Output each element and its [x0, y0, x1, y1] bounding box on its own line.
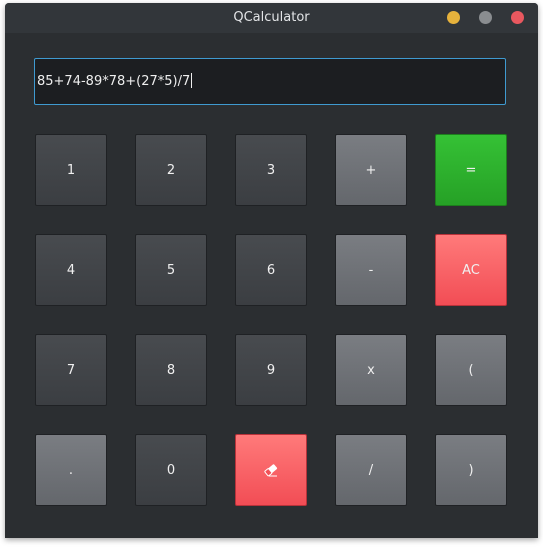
key-3[interactable]: 3	[235, 134, 307, 206]
title-bar[interactable]: QCalculator	[5, 3, 538, 33]
expression-display[interactable]: 85+74-89*78+(27*5)/7	[34, 58, 506, 105]
key-5[interactable]: 5	[135, 234, 207, 306]
key-7[interactable]: 7	[35, 334, 107, 406]
text-caret	[191, 73, 193, 88]
key-1[interactable]: 1	[35, 134, 107, 206]
key-right-paren[interactable]: )	[435, 434, 507, 506]
key-divide[interactable]: /	[335, 434, 407, 506]
calculator-window: QCalculator 85+74-89*78+(27*5)/7 1 2 3 +…	[5, 3, 538, 538]
key-8[interactable]: 8	[135, 334, 207, 406]
key-backspace[interactable]	[235, 434, 307, 506]
key-plus[interactable]: +	[335, 134, 407, 206]
expression-text: 85+74-89*78+(27*5)/7	[37, 74, 191, 89]
key-6[interactable]: 6	[235, 234, 307, 306]
key-4[interactable]: 4	[35, 234, 107, 306]
close-button[interactable]	[511, 11, 524, 24]
maximize-button[interactable]	[479, 11, 492, 24]
eraser-icon	[264, 464, 278, 477]
key-multiply[interactable]: x	[335, 334, 407, 406]
minimize-button[interactable]	[447, 11, 460, 24]
key-9[interactable]: 9	[235, 334, 307, 406]
key-0[interactable]: 0	[135, 434, 207, 506]
key-all-clear[interactable]: AC	[435, 234, 507, 306]
key-left-paren[interactable]: (	[435, 334, 507, 406]
key-equals[interactable]: =	[435, 134, 507, 206]
key-minus[interactable]: -	[335, 234, 407, 306]
key-decimal-point[interactable]: .	[35, 434, 107, 506]
key-2[interactable]: 2	[135, 134, 207, 206]
